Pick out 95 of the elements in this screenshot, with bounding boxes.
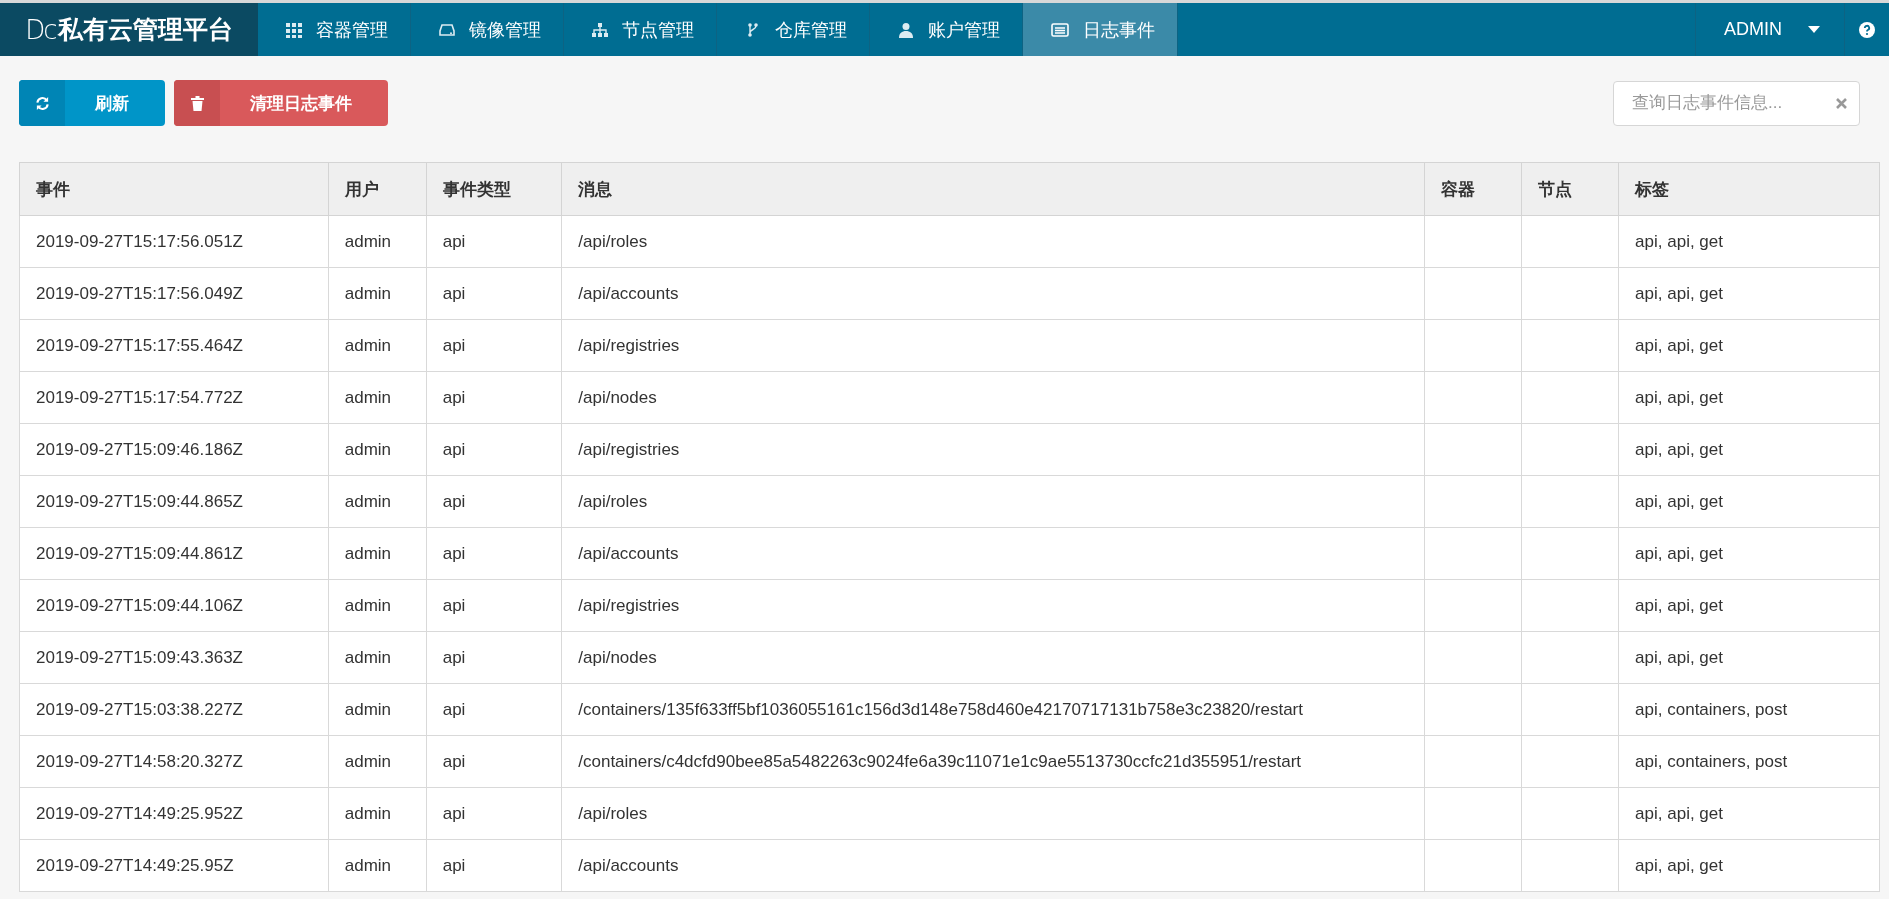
table-cell: admin: [328, 787, 427, 840]
table-cell: admin: [328, 371, 427, 424]
table-cell: api, api, get: [1618, 215, 1880, 268]
user-menu[interactable]: ADMIN: [1695, 3, 1844, 56]
column-header: 标签: [1618, 162, 1880, 216]
table-cell: api: [426, 475, 562, 528]
table-cell: admin: [328, 475, 427, 528]
table-cell: 2019-09-27T15:17:56.049Z: [19, 267, 329, 320]
table-cell: /api/nodes: [561, 631, 1425, 684]
caret-icon: [1808, 26, 1820, 33]
drive-icon: [439, 21, 455, 38]
table-cell: 2019-09-27T14:49:25.952Z: [19, 787, 329, 840]
table-cell: /api/registries: [561, 423, 1425, 476]
table-cell: api: [426, 423, 562, 476]
nav-tab[interactable]: 节点管理: [564, 3, 717, 56]
table-cell: api, containers, post: [1618, 735, 1880, 788]
table-cell: api, api, get: [1618, 423, 1880, 476]
table-cell: api: [426, 579, 562, 632]
table-cell: admin: [328, 267, 427, 320]
clear-logs-button[interactable]: 清理日志事件: [174, 80, 388, 126]
table-cell: api: [426, 631, 562, 684]
table-cell: /api/accounts: [561, 267, 1425, 320]
table-cell: 2019-09-27T15:09:44.861Z: [19, 527, 329, 580]
table-cell: /api/roles: [561, 787, 1425, 840]
table-cell: 2019-09-27T14:49:25.95Z: [19, 839, 329, 892]
table-cell: api: [426, 371, 562, 424]
nav-tab[interactable]: 日志事件: [1023, 3, 1178, 56]
table-cell: 2019-09-27T15:03:38.227Z: [19, 683, 329, 736]
table-cell: api: [426, 267, 562, 320]
table-cell: api, containers, post: [1618, 683, 1880, 736]
table-cell: api: [426, 735, 562, 788]
table-cell: admin: [328, 839, 427, 892]
table-cell: 2019-09-27T15:09:44.865Z: [19, 475, 329, 528]
table-cell: admin: [328, 215, 427, 268]
table-cell: admin: [328, 683, 427, 736]
table-cell: /api/accounts: [561, 527, 1425, 580]
table-cell: api, api, get: [1618, 319, 1880, 372]
clear-icon[interactable]: [1836, 97, 1847, 109]
column-header: 用户: [328, 162, 427, 216]
table-cell: api: [426, 527, 562, 580]
table-cell: /api/accounts: [561, 839, 1425, 892]
table-cell: admin: [328, 527, 427, 580]
table-cell: 2019-09-27T15:09:46.186Z: [19, 423, 329, 476]
table-cell: /containers/135f633ff5bf1036055161c156d3d148e758d460e42170717131b758e3c23820/restart: [561, 683, 1425, 736]
table-cell: api: [426, 683, 562, 736]
brand-name: 私有云管理平台: [57, 14, 233, 45]
logo-mark: Dc: [25, 14, 56, 45]
help-icon: [1859, 21, 1875, 38]
table-cell: api: [426, 319, 562, 372]
table-cell: /api/roles: [561, 215, 1425, 268]
table-cell: 2019-09-27T15:17:56.051Z: [19, 215, 329, 268]
table-cell: admin: [328, 319, 427, 372]
column-header: 消息: [561, 162, 1425, 216]
table-cell: api, api, get: [1618, 267, 1880, 320]
brand-logo[interactable]: Dc私有云管理平台: [0, 3, 258, 56]
table-cell: api, api, get: [1618, 579, 1880, 632]
table-cell: 2019-09-27T15:17:54.772Z: [19, 371, 329, 424]
table-cell: api, api, get: [1618, 631, 1880, 684]
table-cell: api, api, get: [1618, 527, 1880, 580]
column-header: 节点: [1521, 162, 1619, 216]
table-cell: /api/roles: [561, 475, 1425, 528]
search-field[interactable]: 查询日志事件信息...: [1613, 80, 1860, 126]
user-icon: [898, 21, 914, 38]
table-cell: api, api, get: [1618, 787, 1880, 840]
table-cell: 2019-09-27T14:58:20.327Z: [19, 735, 329, 788]
table-cell: admin: [328, 735, 427, 788]
table-cell: api, api, get: [1618, 839, 1880, 892]
table-cell: api: [426, 215, 562, 268]
table-cell: admin: [328, 423, 427, 476]
table-cell: admin: [328, 631, 427, 684]
column-header: 事件类型: [426, 162, 562, 216]
list-icon: [1051, 21, 1069, 38]
grid-icon: [286, 21, 302, 38]
table-cell: /api/nodes: [561, 371, 1425, 424]
nav-tab[interactable]: 仓库管理: [717, 3, 870, 56]
table-cell: /containers/c4dcfd90bee85a5482263c9024fe6a39c11071e1c9ae5513730ccfc21d355951/restart: [561, 735, 1425, 788]
trash-icon: [190, 95, 204, 111]
table-cell: 2019-09-27T15:09:43.363Z: [19, 631, 329, 684]
table-cell: /api/registries: [561, 319, 1425, 372]
table-cell: api: [426, 787, 562, 840]
table-cell: /api/registries: [561, 579, 1425, 632]
sitemap-icon: [592, 21, 608, 38]
table-cell: api, api, get: [1618, 475, 1880, 528]
nav-tab[interactable]: 镜像管理: [411, 3, 564, 56]
table-cell: 2019-09-27T15:17:55.464Z: [19, 319, 329, 372]
nav-tab[interactable]: 容器管理: [258, 3, 411, 56]
table-cell: api: [426, 839, 562, 892]
table-cell: 2019-09-27T15:09:44.106Z: [19, 579, 329, 632]
column-header: 容器: [1424, 162, 1522, 216]
branch-icon: [745, 21, 761, 38]
refresh-button[interactable]: 刷新: [19, 80, 165, 126]
refresh-icon: [34, 95, 50, 111]
table-cell: api, api, get: [1618, 371, 1880, 424]
table-cell: admin: [328, 579, 427, 632]
column-header: 事件: [19, 162, 329, 216]
